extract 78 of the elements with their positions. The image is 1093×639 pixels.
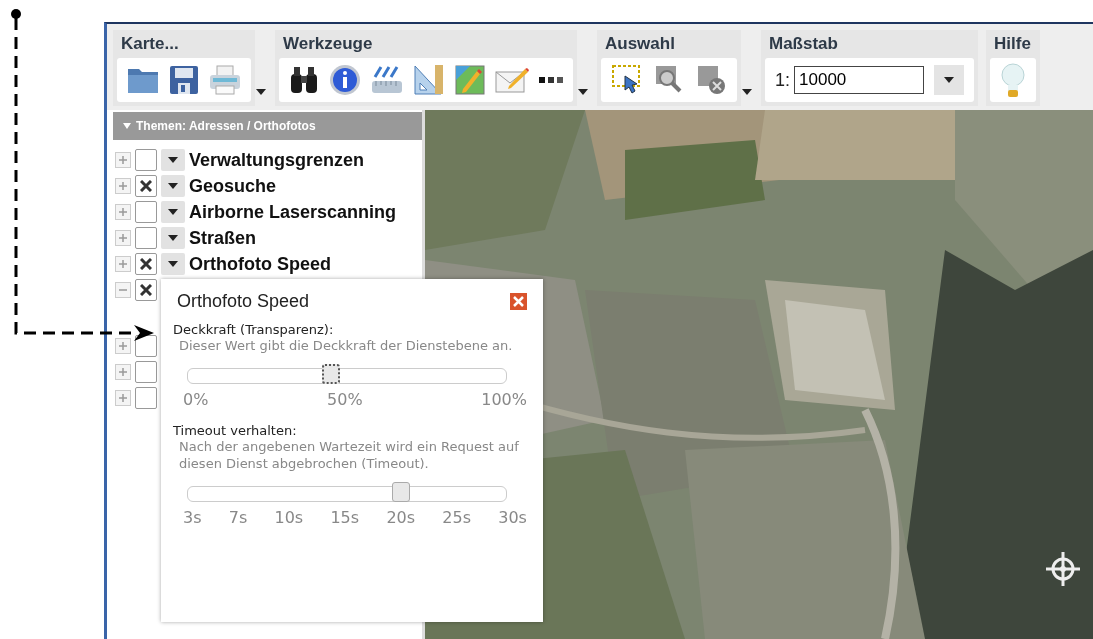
plus-icon — [119, 342, 127, 350]
tick-label: 15s — [330, 508, 360, 527]
layer-label[interactable]: Verwaltungsgrenzen — [189, 149, 365, 171]
panel-title: Themen: Adressen / Orthofotos — [136, 119, 316, 133]
info-icon[interactable] — [329, 64, 361, 96]
caret-icon[interactable] — [577, 88, 589, 96]
plus-icon — [119, 394, 127, 402]
binoculars-icon[interactable] — [289, 66, 319, 94]
layer-checkbox[interactable] — [135, 335, 157, 357]
folder-icon[interactable] — [127, 66, 159, 94]
group-title: Auswahl — [604, 33, 676, 55]
layer-menu-button[interactable] — [161, 201, 185, 223]
scale-field[interactable]: 10000 — [794, 66, 924, 94]
setting-hint: Dieser Wert gibt die Deckkraft der Dienstebene an. — [178, 337, 514, 354]
tick-label: 10s — [274, 508, 304, 527]
tick-label: 0% — [183, 390, 209, 409]
caret-icon[interactable] — [255, 88, 267, 96]
layer-label[interactable]: Geosuche — [189, 175, 277, 197]
scale-dropdown-button[interactable] — [934, 65, 964, 95]
plus-icon — [119, 182, 127, 190]
plus-icon — [119, 260, 127, 268]
tick-label: 30s — [498, 508, 527, 527]
layer-checkbox[interactable] — [135, 253, 157, 275]
dialog-title: Orthofoto Speed — [176, 291, 310, 312]
group-title: Maßstab — [768, 33, 839, 55]
select-rectangle-icon[interactable] — [611, 64, 643, 96]
caret-icon — [168, 261, 178, 267]
tick-label: 7s — [228, 508, 248, 527]
cross-icon — [140, 284, 152, 296]
plus-icon — [119, 156, 127, 164]
close-button[interactable] — [510, 293, 527, 310]
group-title: Hilfe — [993, 33, 1032, 55]
caret-icon — [944, 77, 954, 83]
layer-checkbox[interactable] — [135, 175, 157, 197]
layer-checkbox[interactable] — [135, 387, 157, 409]
layer-label[interactable]: Orthofoto Speed — [189, 253, 331, 275]
tick-label: 25s — [442, 508, 471, 527]
layer-checkbox[interactable] — [135, 361, 157, 383]
layer-checkbox[interactable] — [135, 149, 157, 171]
ruler-icon[interactable] — [371, 65, 403, 95]
plus-icon — [119, 234, 127, 242]
caret-icon — [168, 157, 178, 163]
tick-label: 100% — [481, 390, 527, 409]
caret-icon — [123, 123, 131, 129]
layer-checkbox[interactable] — [135, 227, 157, 249]
plus-icon — [119, 208, 127, 216]
setting-label: Timeout verhalten: — [173, 423, 298, 438]
layer-menu-button[interactable] — [161, 253, 185, 275]
layer-menu-button[interactable] — [161, 227, 185, 249]
setting-label: Deckkraft (Transparenz): — [173, 322, 335, 337]
caret-icon[interactable] — [741, 88, 753, 96]
cross-icon — [140, 258, 152, 270]
navigation-icon[interactable] — [1045, 551, 1081, 587]
scale-prefix: 1: — [775, 69, 790, 91]
slider-thumb[interactable] — [392, 482, 411, 502]
tick-label: 20s — [386, 508, 416, 527]
group-title: Karte... — [120, 33, 180, 55]
more-icon[interactable] — [539, 77, 563, 83]
caret-icon — [168, 235, 178, 241]
slider-thumb[interactable] — [322, 364, 341, 384]
layer-checkbox[interactable] — [135, 201, 157, 223]
clear-selection-icon[interactable] — [695, 64, 727, 96]
save-icon[interactable] — [169, 65, 199, 95]
group-title: Werkzeuge — [282, 33, 374, 55]
setting-hint: Nach der angebenen Wartezeit wird ein Request auf diesen Dienst abgebrochen (Timeout). — [178, 438, 520, 472]
minus-icon — [119, 286, 127, 294]
plus-icon — [119, 368, 127, 376]
layer-label[interactable]: Straßen — [189, 227, 257, 249]
caret-icon — [168, 183, 178, 189]
close-icon — [513, 296, 524, 307]
caret-icon — [168, 209, 178, 215]
layer-label[interactable]: Airborne Laserscanning — [189, 201, 397, 223]
tick-label: 3s — [183, 508, 202, 527]
cross-icon — [140, 180, 152, 192]
tick-label: 50% — [327, 390, 363, 409]
layer-menu-button[interactable] — [161, 175, 185, 197]
layer-menu-button[interactable] — [161, 149, 185, 171]
layer-checkbox[interactable] — [135, 279, 157, 301]
